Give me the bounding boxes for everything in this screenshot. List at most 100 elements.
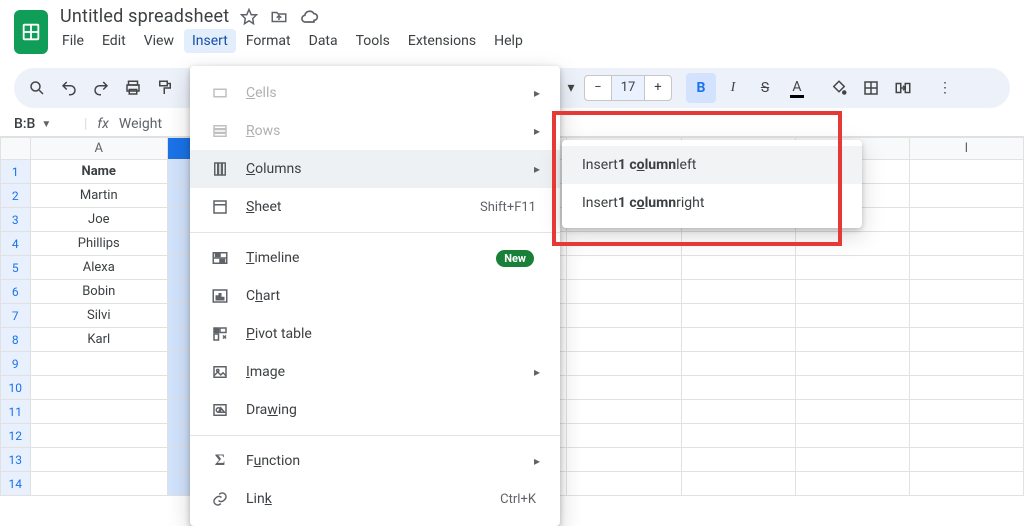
fill-color-button[interactable] bbox=[824, 73, 854, 103]
cell[interactable] bbox=[681, 280, 795, 304]
insert-menu-pivot-table[interactable]: Pivot table bbox=[190, 315, 560, 353]
font-size-decrease[interactable]: − bbox=[585, 76, 611, 100]
insert-menu-drawing[interactable]: Drawing bbox=[190, 391, 560, 429]
cell[interactable] bbox=[909, 160, 1023, 184]
formula-bar-content[interactable]: Weight bbox=[119, 116, 162, 132]
cell[interactable] bbox=[30, 352, 167, 376]
cell[interactable] bbox=[567, 376, 681, 400]
cell[interactable] bbox=[681, 304, 795, 328]
cell[interactable] bbox=[30, 400, 167, 424]
cell[interactable] bbox=[795, 232, 909, 256]
insert-menu-link[interactable]: LinkCtrl+K bbox=[190, 480, 560, 518]
cell[interactable] bbox=[681, 256, 795, 280]
cloud-status-icon[interactable] bbox=[299, 7, 319, 27]
print-icon[interactable] bbox=[118, 73, 148, 103]
bold-button[interactable]: B bbox=[686, 73, 716, 103]
merge-cells-button[interactable] bbox=[888, 73, 918, 103]
menu-insert[interactable]: Insert bbox=[184, 29, 236, 53]
cell[interactable] bbox=[909, 376, 1023, 400]
cell[interactable] bbox=[30, 424, 167, 448]
row-header[interactable]: 12 bbox=[1, 424, 31, 448]
insert-menu-function[interactable]: ΣFunction▸ bbox=[190, 442, 560, 480]
cell[interactable] bbox=[681, 352, 795, 376]
cell[interactable] bbox=[681, 376, 795, 400]
document-title[interactable]: Untitled spreadsheet bbox=[60, 6, 229, 27]
menu-help[interactable]: Help bbox=[486, 29, 531, 53]
chevron-down-icon[interactable]: ▾ bbox=[564, 73, 578, 103]
row-header[interactable]: 6 bbox=[1, 280, 31, 304]
cell[interactable]: Karl bbox=[30, 328, 167, 352]
cell[interactable] bbox=[567, 232, 681, 256]
row-header[interactable]: 14 bbox=[1, 472, 31, 496]
cell[interactable] bbox=[909, 304, 1023, 328]
more-toolbar-icon[interactable]: ⋮ bbox=[930, 73, 960, 103]
cell[interactable] bbox=[567, 472, 681, 496]
cell[interactable] bbox=[909, 400, 1023, 424]
row-header[interactable]: 8 bbox=[1, 328, 31, 352]
row-header[interactable]: 3 bbox=[1, 208, 31, 232]
col-header-A[interactable]: A bbox=[30, 138, 167, 160]
strikethrough-button[interactable]: S bbox=[750, 73, 780, 103]
menu-format[interactable]: Format bbox=[238, 29, 299, 53]
menu-data[interactable]: Data bbox=[301, 29, 346, 53]
row-header[interactable]: 5 bbox=[1, 256, 31, 280]
cell[interactable] bbox=[567, 400, 681, 424]
borders-button[interactable] bbox=[856, 73, 886, 103]
cell[interactable]: Phillips bbox=[30, 232, 167, 256]
insert-menu-timeline[interactable]: TimelineNew bbox=[190, 239, 560, 277]
cell[interactable] bbox=[567, 328, 681, 352]
insert-menu-image[interactable]: Image▸ bbox=[190, 353, 560, 391]
cell[interactable] bbox=[909, 280, 1023, 304]
cell[interactable] bbox=[795, 304, 909, 328]
submenu-item[interactable]: Insert 1 column left bbox=[562, 146, 862, 184]
cell[interactable] bbox=[909, 472, 1023, 496]
cell[interactable] bbox=[795, 400, 909, 424]
cell[interactable] bbox=[909, 328, 1023, 352]
cell[interactable]: Name bbox=[30, 160, 167, 184]
row-header[interactable]: 9 bbox=[1, 352, 31, 376]
col-header-I[interactable]: I bbox=[909, 138, 1023, 160]
cell[interactable] bbox=[795, 352, 909, 376]
search-icon[interactable] bbox=[22, 73, 52, 103]
cell[interactable] bbox=[909, 352, 1023, 376]
undo-icon[interactable] bbox=[54, 73, 84, 103]
font-size-control[interactable]: − 17 + bbox=[584, 75, 672, 101]
move-folder-icon[interactable] bbox=[269, 7, 289, 27]
row-header[interactable]: 2 bbox=[1, 184, 31, 208]
cell[interactable] bbox=[681, 400, 795, 424]
cell[interactable] bbox=[567, 448, 681, 472]
cell[interactable] bbox=[909, 232, 1023, 256]
sheets-logo[interactable] bbox=[14, 10, 48, 54]
submenu-item[interactable]: Insert 1 column right bbox=[562, 184, 862, 222]
cell[interactable] bbox=[795, 280, 909, 304]
star-icon[interactable] bbox=[239, 7, 259, 27]
cell[interactable]: Alexa bbox=[30, 256, 167, 280]
cell[interactable] bbox=[681, 424, 795, 448]
menu-extensions[interactable]: Extensions bbox=[400, 29, 484, 53]
paint-format-icon[interactable] bbox=[150, 73, 180, 103]
menu-file[interactable]: File bbox=[54, 29, 92, 53]
cell[interactable] bbox=[681, 448, 795, 472]
row-header[interactable]: 4 bbox=[1, 232, 31, 256]
cell[interactable] bbox=[567, 280, 681, 304]
row-header[interactable]: 10 bbox=[1, 376, 31, 400]
name-box[interactable]: B:B ▼ bbox=[14, 116, 74, 132]
cell[interactable] bbox=[795, 472, 909, 496]
row-header[interactable]: 13 bbox=[1, 448, 31, 472]
redo-icon[interactable] bbox=[86, 73, 116, 103]
text-color-button[interactable]: A bbox=[782, 73, 812, 103]
cell[interactable] bbox=[681, 328, 795, 352]
row-header[interactable]: 1 bbox=[1, 160, 31, 184]
cell[interactable] bbox=[567, 256, 681, 280]
select-all-corner[interactable] bbox=[1, 138, 31, 160]
row-header[interactable]: 11 bbox=[1, 400, 31, 424]
insert-menu-chart[interactable]: Chart bbox=[190, 277, 560, 315]
cell[interactable] bbox=[681, 232, 795, 256]
cell[interactable] bbox=[795, 376, 909, 400]
font-size-increase[interactable]: + bbox=[645, 76, 671, 100]
insert-menu-sheet[interactable]: SheetShift+F11 bbox=[190, 188, 560, 226]
italic-button[interactable]: I bbox=[718, 73, 748, 103]
cell[interactable] bbox=[909, 208, 1023, 232]
cell[interactable] bbox=[795, 256, 909, 280]
cell[interactable] bbox=[30, 448, 167, 472]
